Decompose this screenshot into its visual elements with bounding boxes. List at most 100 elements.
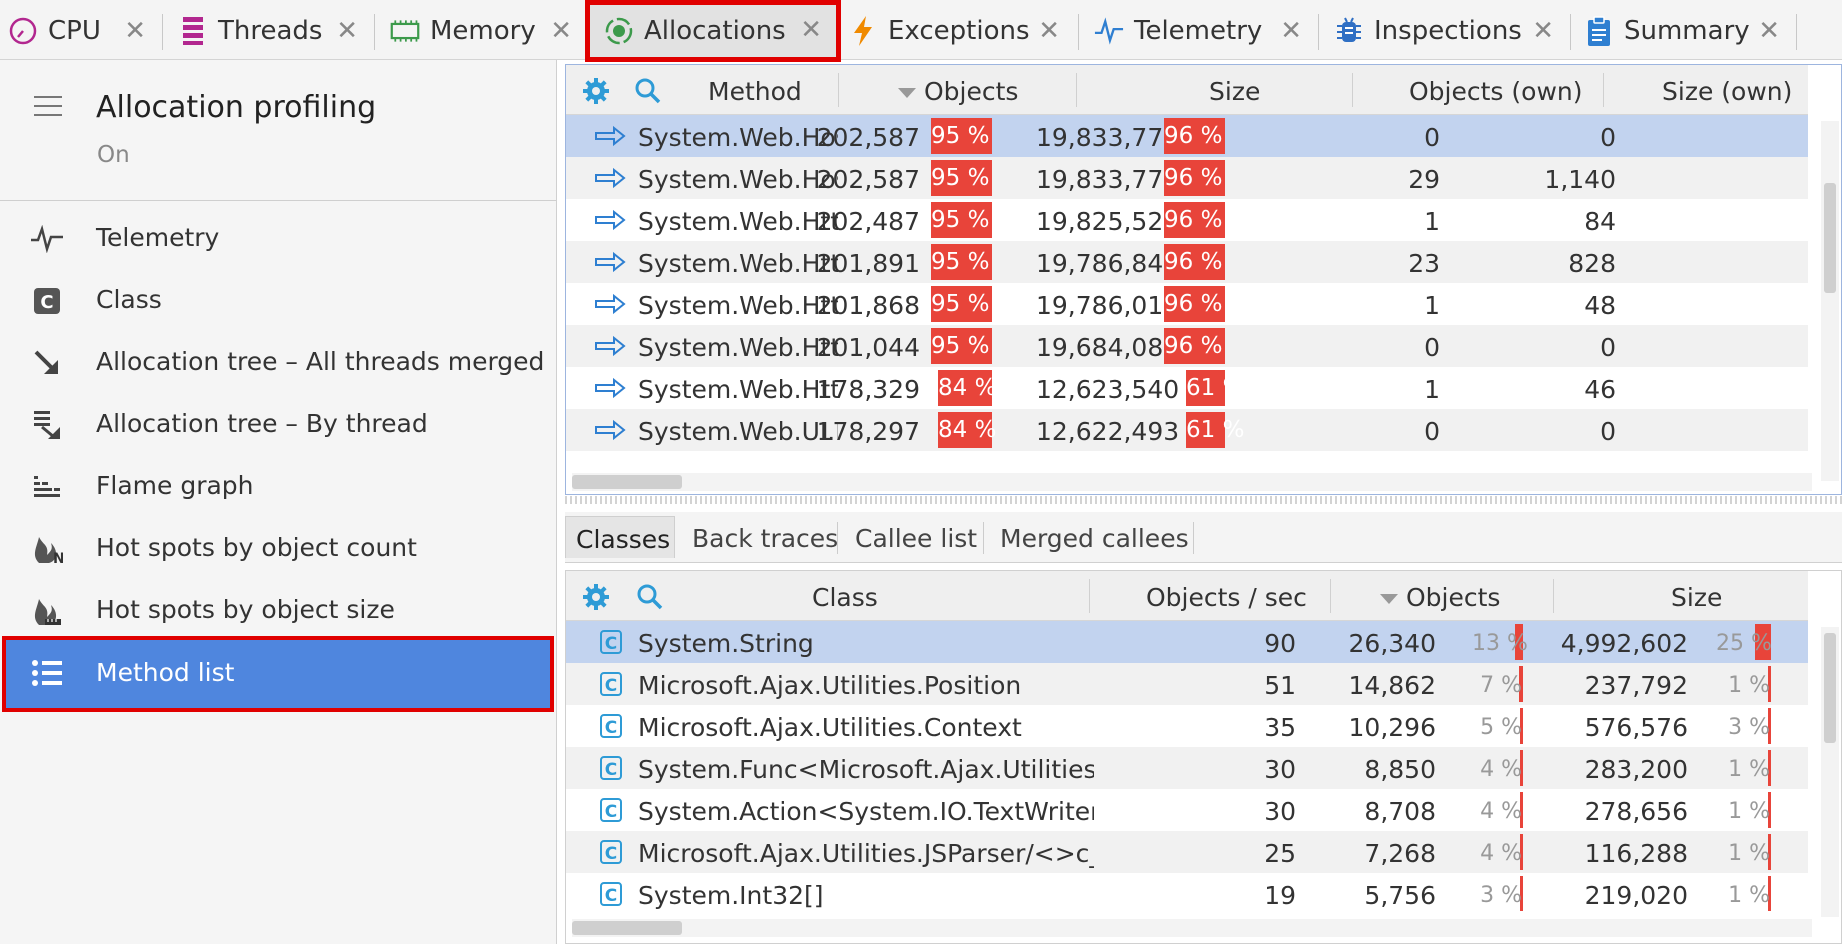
objects-own-value: 23 bbox=[1408, 249, 1440, 278]
size-own-value: 0 bbox=[1600, 417, 1616, 446]
sidebar-item-telemetry[interactable]: Telemetry bbox=[0, 208, 556, 270]
column-separator bbox=[1553, 579, 1554, 613]
tab-merged-callees[interactable]: Merged callees bbox=[990, 516, 1199, 558]
sidebar-item-allocation-tree-by-thread[interactable]: Allocation tree – By thread bbox=[0, 394, 556, 456]
objects-per-sec-value: 30 bbox=[1264, 797, 1296, 826]
table-row[interactable]: C Microsoft.Ajax.Utilities.Context 35 10,29… bbox=[566, 705, 1808, 747]
close-icon[interactable]: ✕ bbox=[1038, 16, 1060, 46]
close-icon[interactable]: ✕ bbox=[124, 16, 146, 46]
class-icon: C bbox=[600, 630, 622, 654]
tab-callee-list[interactable]: Callee list bbox=[845, 516, 987, 558]
hamburger-menu-icon[interactable] bbox=[34, 96, 62, 118]
scrollbar-thumb[interactable] bbox=[572, 921, 682, 935]
table-row[interactable]: System.Web.Http 178,329 84 % 12,623,540 61 %… bbox=[566, 367, 1808, 409]
vertical-scrollbar[interactable] bbox=[1821, 121, 1839, 481]
column-header-size[interactable]: Size bbox=[1671, 583, 1722, 612]
size-own-value: 46 bbox=[1584, 375, 1616, 404]
sidebar-item-flame-graph[interactable]: Flame graph bbox=[0, 456, 556, 518]
table-row[interactable]: System.Web.Http 201,044 95 % 19,684,086 96 %… bbox=[566, 325, 1808, 367]
horizontal-scrollbar[interactable] bbox=[572, 919, 1812, 937]
table-row[interactable]: System.Web.Http 201,868 95 % 19,786,015 96 %… bbox=[566, 283, 1808, 325]
column-header-size-own[interactable]: Size (own) bbox=[1662, 77, 1792, 106]
sort-descending-icon bbox=[898, 88, 916, 98]
table-row[interactable]: C Microsoft.Ajax.Utilities.JSParser/<>c__… bbox=[566, 831, 1808, 873]
size-percent-bar: 96 % bbox=[1164, 286, 1225, 322]
split-pane-divider[interactable] bbox=[565, 496, 1842, 504]
gear-icon[interactable] bbox=[582, 77, 610, 105]
size-value: 19,786,843 bbox=[1036, 249, 1180, 278]
tab-exceptions[interactable]: Exceptions ✕ bbox=[848, 6, 1074, 56]
objects-own-value: 0 bbox=[1424, 333, 1440, 362]
table-row[interactable]: System.Web.UI.P 178,297 84 % 12,622,493 61 %… bbox=[566, 409, 1808, 451]
column-header-size[interactable]: Size bbox=[1209, 77, 1260, 106]
column-header-objects[interactable]: Objects bbox=[1380, 583, 1500, 612]
close-icon[interactable]: ✕ bbox=[800, 15, 822, 45]
tab-label: Inspections bbox=[1374, 16, 1522, 46]
column-header-objects-per-sec[interactable]: Objects / sec bbox=[1146, 583, 1307, 612]
column-header-objects[interactable]: Objects bbox=[898, 77, 1018, 106]
tab-inspections[interactable]: Inspections ✕ bbox=[1334, 6, 1568, 56]
search-icon[interactable] bbox=[636, 583, 664, 611]
objects-percent: 4 % bbox=[1480, 799, 1522, 824]
size-percent-bar: 96 % bbox=[1164, 328, 1225, 364]
sidebar-item-hot-spots-size[interactable]: Hot spots by object size bbox=[0, 580, 556, 642]
column-header-objects-own[interactable]: Objects (own) bbox=[1409, 77, 1583, 106]
close-icon[interactable]: ✕ bbox=[1280, 16, 1302, 46]
tab-summary[interactable]: Summary ✕ bbox=[1584, 6, 1794, 56]
tab-label: Telemetry bbox=[1134, 16, 1263, 46]
sidebar-item-label: Hot spots by object count bbox=[96, 533, 417, 562]
scrollbar-thumb[interactable] bbox=[572, 475, 682, 489]
sidebar-item-method-list[interactable]: Method list bbox=[2, 636, 554, 712]
class-icon: C bbox=[600, 756, 622, 780]
table-row[interactable]: System.Web.Http 201,891 95 % 19,786,843 96 %… bbox=[566, 241, 1808, 283]
table-row[interactable]: C System.String 90 26,340 13 % 4,992,602 25 % bbox=[566, 621, 1808, 663]
table-row[interactable]: System.Web.Hos 202,587 95 % 19,833,774 96 % 0… bbox=[566, 115, 1808, 157]
table-row[interactable]: System.Web.Hos 202,587 95 % 19,833,774 96 % 2… bbox=[566, 157, 1808, 199]
size-value: 19,833,774 bbox=[1036, 123, 1180, 152]
sidebar-item-label: Telemetry bbox=[96, 223, 220, 252]
tab-bar: CPU ✕ Threads ✕ Memory ✕ Allocations ✕ E… bbox=[0, 0, 1842, 62]
table-row[interactable]: C System.Int32[] 19 5,756 3 % 219,020 1 % bbox=[566, 873, 1808, 911]
method-arrow-icon bbox=[595, 419, 626, 441]
table-row[interactable]: C System.Func<Microsoft.Ajax.Utilities.A 3… bbox=[566, 747, 1808, 789]
sidebar-item-allocation-tree-merged[interactable]: Allocation tree – All threads merged bbox=[0, 332, 556, 394]
close-icon[interactable]: ✕ bbox=[1758, 16, 1780, 46]
size-own-value: 1,140 bbox=[1544, 165, 1616, 194]
table-row[interactable]: C Microsoft.Ajax.Utilities.Position 51 14,8… bbox=[566, 663, 1808, 705]
gear-icon[interactable] bbox=[582, 583, 610, 611]
tab-separator bbox=[1318, 14, 1319, 50]
table-row[interactable]: System.Web.Http 202,487 95 % 19,825,522 96 %… bbox=[566, 199, 1808, 241]
tab-telemetry[interactable]: Telemetry ✕ bbox=[1094, 6, 1316, 56]
tab-separator bbox=[1078, 14, 1079, 50]
close-icon[interactable]: ✕ bbox=[550, 16, 572, 46]
close-icon[interactable]: ✕ bbox=[1532, 16, 1554, 46]
method-name: System.Web.Hos bbox=[638, 123, 838, 152]
tab-classes[interactable]: Classes bbox=[565, 516, 675, 558]
column-header-method[interactable]: Method bbox=[708, 77, 802, 106]
sidebar-item-hot-spots-count[interactable]: N Hot spots by object count bbox=[0, 518, 556, 580]
objects-per-sec-value: 90 bbox=[1264, 629, 1296, 658]
close-icon[interactable]: ✕ bbox=[336, 16, 358, 46]
tab-memory[interactable]: Memory ✕ bbox=[390, 6, 586, 56]
objects-percent: 3 % bbox=[1480, 883, 1522, 908]
size-percent-bar: 61 % bbox=[1186, 370, 1244, 406]
table-row[interactable]: C System.Action<System.IO.TextWriter> 30 8,… bbox=[566, 789, 1808, 831]
tab-threads[interactable]: Threads ✕ bbox=[178, 6, 372, 56]
scrollbar-thumb[interactable] bbox=[1824, 183, 1836, 293]
tab-allocations[interactable]: Allocations ✕ bbox=[585, 0, 841, 62]
class-icon: C bbox=[600, 840, 622, 864]
column-separator bbox=[1603, 73, 1604, 107]
column-header-class[interactable]: Class bbox=[812, 583, 878, 612]
scrollbar-thumb[interactable] bbox=[1824, 633, 1836, 743]
vertical-scrollbar[interactable] bbox=[1821, 627, 1839, 917]
size-own-value: 828 bbox=[1568, 249, 1616, 278]
class-name: System.String bbox=[638, 629, 814, 658]
horizontal-scrollbar[interactable] bbox=[572, 473, 1812, 491]
tab-cpu[interactable]: CPU ✕ bbox=[8, 6, 160, 56]
objects-own-value: 0 bbox=[1424, 123, 1440, 152]
sidebar-item-class[interactable]: C Class bbox=[0, 270, 556, 332]
search-icon[interactable] bbox=[634, 77, 662, 105]
size-value: 237,792 bbox=[1584, 671, 1688, 700]
size-percent-bar: 61 % bbox=[1186, 412, 1244, 448]
tab-back-traces[interactable]: Back traces bbox=[682, 516, 848, 558]
